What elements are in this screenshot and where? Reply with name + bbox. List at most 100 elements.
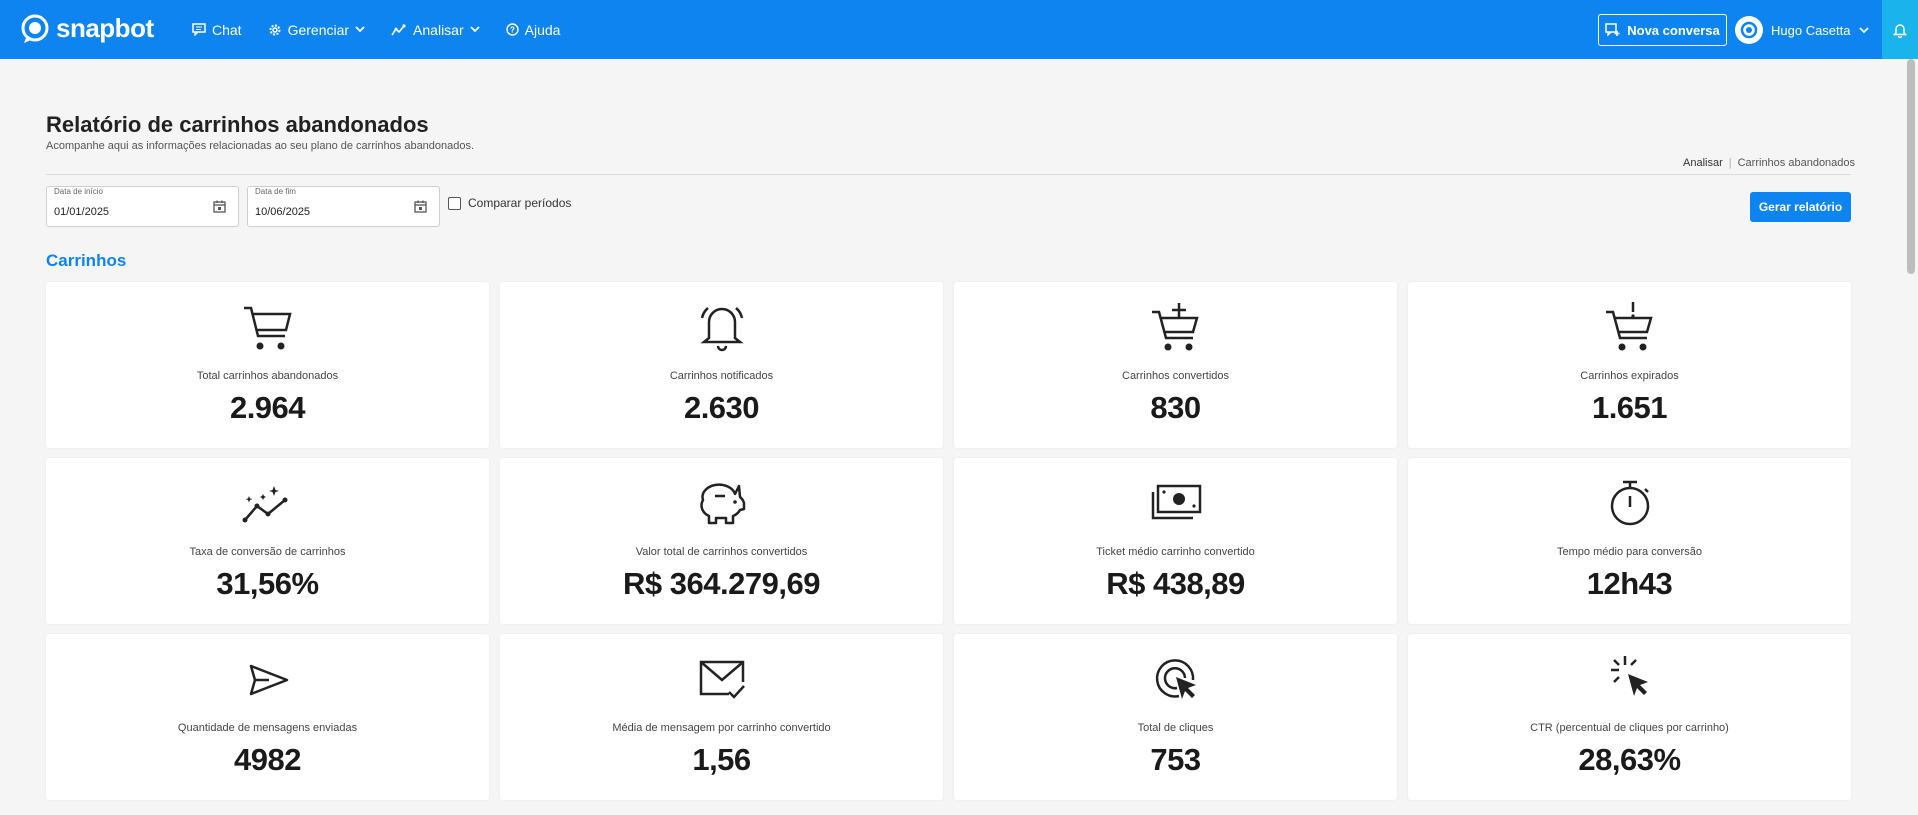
metric-value: R$ 438,89	[1106, 566, 1245, 601]
start-date-field[interactable]: Data de início 01/01/2025	[46, 186, 239, 227]
metric-label: Valor total de carrinhos convertidos	[635, 546, 808, 558]
new-conversation-button[interactable]: Nova conversa	[1598, 14, 1727, 46]
cart-icon	[243, 306, 292, 350]
metric-value: R$ 364.279,69	[623, 566, 820, 601]
header-divider	[46, 174, 1851, 175]
analytics-icon	[391, 23, 406, 35]
page-subtitle: Acompanhe aqui as informações relacionad…	[46, 140, 475, 152]
metric-card: Quantidade de mensagens enviadas 4982	[46, 634, 489, 800]
metric-label: Carrinhos notificados	[669, 370, 774, 382]
metric-label: Total de cliques	[1137, 722, 1214, 734]
metric-card: Total de cliques 753	[954, 634, 1397, 800]
nav-analisar[interactable]: Analisar	[391, 22, 480, 38]
breadcrumb: Analisar | Carrinhos abandonados	[1683, 157, 1855, 169]
gear-icon	[269, 24, 281, 35]
metric-card: Tempo médio para conversão 12h43	[1408, 458, 1851, 624]
cash-icon	[1151, 484, 1201, 520]
nav-chat-label: Chat	[212, 21, 242, 38]
click-sparkle-icon	[1610, 656, 1648, 696]
nav-analisar-label: Analisar	[413, 21, 464, 38]
svg-text:?: ?	[510, 26, 515, 35]
avatar-logo-icon	[1740, 21, 1758, 39]
help-icon: ?	[505, 23, 519, 36]
user-menu[interactable]: Hugo Casetta	[1735, 14, 1869, 46]
metric-card: Taxa de conversão de carrinhos 31,56%	[46, 458, 489, 624]
main-nav: Chat Gerenciar Analisar ? Ajuda	[192, 0, 560, 59]
metric-value: 830	[1150, 390, 1201, 425]
nav-ajuda-label: Ajuda	[524, 21, 561, 38]
scrollbar-thumb[interactable]	[1907, 59, 1915, 274]
breadcrumb-analisar[interactable]: Analisar	[1683, 157, 1723, 169]
page-title: Relatório de carrinhos abandonados	[46, 112, 429, 137]
logo-bubble-icon	[21, 14, 49, 43]
chat-icon	[192, 23, 206, 36]
cart-alert-icon	[1605, 302, 1653, 351]
metric-value: 1.651	[1591, 390, 1668, 425]
new-conversation-label: Nova conversa	[1627, 22, 1720, 38]
end-date-field[interactable]: Data de fim 10/06/2025	[247, 186, 440, 227]
breadcrumb-separator: |	[1728, 157, 1732, 169]
metric-label: Taxa de conversão de carrinhos	[189, 546, 346, 558]
click-target-icon	[1155, 659, 1196, 699]
generate-report-button[interactable]: Gerar relatório	[1750, 192, 1851, 222]
trend-sparkle-icon	[242, 486, 287, 523]
metric-card: Carrinhos convertidos 830	[954, 282, 1397, 448]
logo-wordmark: snapbot	[56, 13, 154, 43]
metric-card: Carrinhos expirados 1.651	[1408, 282, 1851, 448]
snapbot-logo[interactable]: snapbot	[20, 13, 154, 44]
metric-value: 12h43	[1586, 566, 1673, 601]
top-navbar: snapbot Chat Gerenciar Analisar ? Ajuda …	[0, 0, 1918, 59]
metric-label: Carrinhos expirados	[1580, 370, 1679, 382]
stopwatch-icon	[1610, 480, 1649, 526]
section-title-carrinhos: Carrinhos	[46, 251, 127, 270]
metric-card: Média de mensagem por carrinho convertid…	[500, 634, 943, 800]
nav-chat[interactable]: Chat	[192, 22, 242, 38]
compare-periods-label: Comparar períodos	[468, 196, 572, 210]
breadcrumb-current: Carrinhos abandonados	[1737, 157, 1856, 169]
piggy-bank-icon	[699, 483, 745, 525]
metric-value: 1,56	[692, 742, 751, 777]
bell-icon	[699, 307, 744, 352]
metric-card: CTR (percentual de cliques por carrinho)…	[1408, 634, 1851, 800]
end-date-label: Data de fim	[255, 187, 296, 196]
metric-card: Carrinhos notificados 2.630	[500, 282, 943, 448]
metric-label: Carrinhos convertidos	[1122, 370, 1229, 382]
cart-plus-icon	[1151, 303, 1199, 351]
metric-label: Média de mensagem por carrinho convertid…	[612, 722, 831, 734]
metric-value: 4982	[234, 742, 301, 777]
chevron-down-icon	[1858, 26, 1869, 33]
metric-card: Total carrinhos abandonados 2.964	[46, 282, 489, 448]
start-date-value: 01/01/2025	[54, 206, 110, 218]
send-icon	[249, 664, 288, 696]
calendar-icon[interactable]	[213, 200, 226, 213]
compare-periods-checkbox[interactable]: Comparar períodos	[448, 196, 571, 210]
metric-value: 28,63%	[1578, 742, 1681, 777]
chevron-down-icon	[470, 26, 480, 33]
metric-label: Quantidade de mensagens enviadas	[177, 722, 358, 734]
checkbox-box[interactable]	[448, 196, 461, 210]
metric-label: CTR (percentual de cliques por carrinho)	[1530, 722, 1729, 734]
user-name: Hugo Casetta	[1771, 22, 1851, 38]
metric-card: Valor total de carrinhos convertidos R$ …	[500, 458, 943, 624]
metric-label: Tempo médio para conversão	[1557, 546, 1702, 558]
metric-value: 2.964	[229, 390, 306, 425]
new-chat-icon	[1605, 23, 1620, 37]
metric-value: 753	[1150, 742, 1201, 777]
metric-value: 2.630	[683, 390, 760, 425]
nav-gerenciar-label: Gerenciar	[287, 21, 350, 38]
bell-icon	[1893, 23, 1907, 38]
page-scrollbar[interactable]	[1904, 59, 1918, 815]
avatar	[1735, 16, 1763, 44]
mail-check-icon	[699, 660, 745, 699]
metric-card: Ticket médio carrinho convertido R$ 438,…	[954, 458, 1397, 624]
nav-ajuda[interactable]: ? Ajuda	[505, 21, 561, 38]
metric-label: Ticket médio carrinho convertido	[1096, 546, 1255, 558]
metric-label: Total carrinhos abandonados	[196, 370, 339, 382]
start-date-label: Data de início	[54, 187, 103, 196]
calendar-icon[interactable]	[414, 200, 427, 213]
notifications-button[interactable]	[1882, 0, 1918, 59]
metric-value: 31,56%	[216, 566, 319, 601]
end-date-value: 10/06/2025	[255, 206, 311, 218]
nav-gerenciar[interactable]: Gerenciar	[268, 22, 365, 38]
chevron-down-icon	[355, 26, 365, 33]
